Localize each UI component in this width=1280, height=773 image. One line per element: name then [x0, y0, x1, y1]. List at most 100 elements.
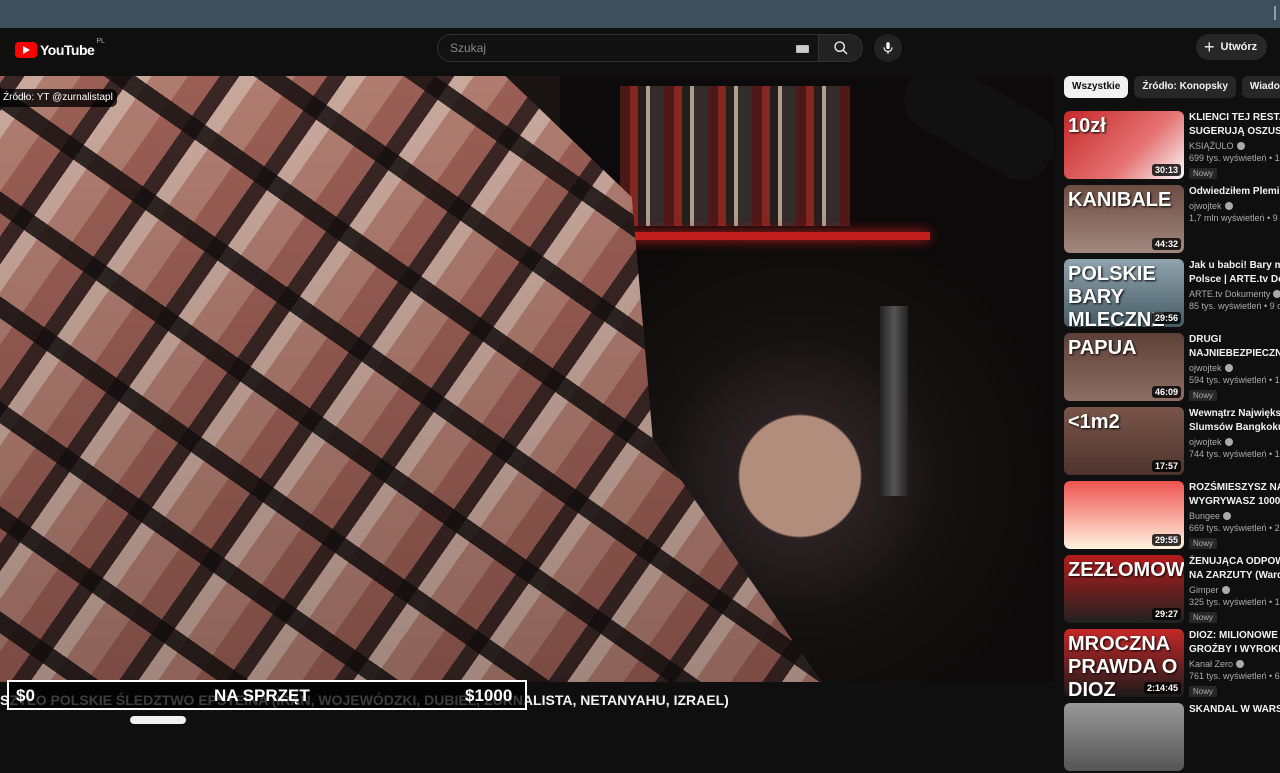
video-frame-bookshelf: [620, 86, 850, 226]
channel-name[interactable]: ojwojtek: [1189, 437, 1222, 447]
search-box[interactable]: [437, 34, 819, 62]
duration-badge: 2:14:45: [1143, 682, 1181, 694]
verified-icon: [1221, 586, 1230, 594]
voice-search-button[interactable]: [874, 34, 902, 62]
recommendation-item[interactable]: PAPUA 46:09 DRUGI NAJNIEBEZPIECZNI ojwojtek 5…: [1064, 333, 1280, 403]
recommendation-title-line2[interactable]: Polsce | ARTE.tv Dok: [1189, 273, 1280, 287]
channel-row: ojwojtek: [1189, 363, 1280, 373]
chip-source[interactable]: Źródło: Konopsky: [1134, 76, 1236, 98]
donation-goal-overlay: $0 NA SPRZĘT $1000: [7, 680, 527, 710]
channel-name[interactable]: Bungee: [1189, 511, 1220, 521]
recommendation-item[interactable]: 29:55 ROZŚMIESZYSZ NASWYGRYWASZ 1000 Z Bun…: [1064, 481, 1280, 551]
recommendation-meta: Odwiedziłem Plemię ojwojtek 1,7 mln wyświe…: [1189, 185, 1280, 223]
channel-row: ARTE.tv Dokumenty: [1189, 289, 1280, 299]
recommendation-title-line1[interactable]: SKANDAL W WARSZ: [1189, 703, 1280, 717]
video-thumbnail[interactable]: PAPUA 46:09: [1064, 333, 1184, 401]
search-input[interactable]: [438, 35, 778, 61]
video-thumbnail[interactable]: POLSKIE BARY MLECZNE 29:56: [1064, 259, 1184, 327]
masthead: YouTube PL + Utwórz: [0, 28, 1280, 76]
duration-badge: 29:27: [1151, 608, 1181, 620]
channel-row: Gimper: [1189, 585, 1280, 595]
video-thumbnail[interactable]: 29:55: [1064, 481, 1184, 549]
view-stats: 594 tys. wyświetleń • 1 d: [1189, 375, 1280, 385]
duration-badge: 17:57: [1151, 460, 1181, 472]
verified-icon: [1236, 142, 1245, 150]
recommendation-title-line2[interactable]: Slumsów Bangkoku: [1189, 421, 1280, 435]
thumbnail-text: PAPUA: [1068, 337, 1137, 359]
channel-name[interactable]: ojwojtek: [1189, 201, 1222, 211]
keyboard-icon[interactable]: [796, 45, 809, 53]
recommendation-title-line1[interactable]: DRUGI: [1189, 333, 1280, 347]
video-frame-mic-stand: [880, 306, 908, 496]
video-thumbnail[interactable]: <1m2 17:57: [1064, 407, 1184, 475]
channel-name[interactable]: ojwojtek: [1189, 363, 1222, 373]
youtube-logo[interactable]: YouTube PL: [15, 38, 105, 60]
search-button[interactable]: [818, 34, 863, 62]
video-thumbnail[interactable]: 10zł 30:13: [1064, 111, 1184, 179]
plus-icon: +: [1204, 37, 1215, 57]
recommendation-title-line1[interactable]: Jak u babci! Bary mlec: [1189, 259, 1280, 273]
recommendation-item[interactable]: MROCZNA PRAWDA O DIOZ 2:14:45 DIOZ: MILION…: [1064, 629, 1280, 699]
chip-news[interactable]: Wiadom: [1241, 76, 1280, 98]
verified-icon: [1236, 660, 1245, 668]
view-stats: 744 tys. wyświetleń • 1 d: [1189, 449, 1280, 459]
recommendation-meta: KLIENCI TEJ RESTAUSUGERUJĄ OSZUSTW KSIĄŻU…: [1189, 111, 1280, 181]
channel-name[interactable]: KSIĄŻULO: [1189, 141, 1234, 151]
chip-all[interactable]: Wszystkie: [1064, 76, 1129, 98]
recommendation-item[interactable]: KANIBALE 44:32 Odwiedziłem Plemię ojwojtek 1…: [1064, 185, 1280, 255]
recommendation-meta: Jak u babci! Bary mlecPolsce | ARTE.tv D…: [1189, 259, 1280, 311]
recommendation-title-line1[interactable]: Odwiedziłem Plemię: [1189, 185, 1280, 199]
recommendation-title-line2[interactable]: WYGRYWASZ 1000 Z: [1189, 495, 1280, 509]
duration-badge: 44:32: [1151, 238, 1181, 250]
recommendation-title-line1[interactable]: DIOZ: MILIONOWE Z: [1189, 629, 1280, 643]
thumbnail-text: KANIBALE: [1068, 189, 1172, 211]
duration-badge: 46:09: [1151, 386, 1181, 398]
filter-chips: Wszystkie Źródło: Konopsky Wiadom: [1064, 76, 1280, 98]
new-badge: Nowy: [1189, 612, 1218, 623]
video-thumbnail[interactable]: ZEZŁOMOWI 29:27: [1064, 555, 1184, 623]
recommendation-title-line1[interactable]: ROZŚMIESZYSZ NAS: [1189, 481, 1280, 495]
recommendation-item[interactable]: POLSKIE BARY MLECZNE 29:56 Jak u babci! Ba…: [1064, 259, 1280, 329]
video-thumbnail[interactable]: MROCZNA PRAWDA O DIOZ 2:14:45: [1064, 629, 1184, 697]
recommendation-meta: ROZŚMIESZYSZ NASWYGRYWASZ 1000 Z Bungee 66…: [1189, 481, 1280, 551]
recommendation-meta: DIOZ: MILIONOWE Z GROŹBY I WYROKI Kanał Ze…: [1189, 629, 1280, 699]
subscribe-pill-edge[interactable]: [130, 716, 186, 724]
recommendation-item[interactable]: 10zł 30:13 KLIENCI TEJ RESTAUSUGERUJĄ OSZU…: [1064, 111, 1280, 181]
recommendation-title-line2[interactable]: SUGERUJĄ OSZUSTW: [1189, 125, 1280, 139]
channel-row: ojwojtek: [1189, 201, 1280, 211]
recommendation-title-line1[interactable]: KLIENCI TEJ RESTAU: [1189, 111, 1280, 125]
related-videos-panel: Wszystkie Źródło: Konopsky Wiadom 10zł 30…: [1053, 76, 1280, 771]
channel-name[interactable]: Kanał Zero: [1189, 659, 1233, 669]
recommendation-item[interactable]: ZEZŁOMOWI 29:27 ŻENUJĄCA ODPOWI NA ZARZUTY …: [1064, 555, 1280, 625]
view-stats: 761 tys. wyświetleń • 6 d: [1189, 671, 1280, 681]
recommendation-title-line1[interactable]: ŻENUJĄCA ODPOWI: [1189, 555, 1280, 569]
new-badge: Nowy: [1189, 390, 1218, 401]
recommendation-title-line2[interactable]: NAJNIEBEZPIECZNI: [1189, 347, 1280, 361]
recommendation-item[interactable]: SKANDAL W WARSZ: [1064, 703, 1280, 773]
thumbnail-text: 10zł: [1068, 115, 1106, 137]
video-thumbnail[interactable]: [1064, 703, 1184, 771]
recommendation-meta: DRUGI NAJNIEBEZPIECZNI ojwojtek 594 tys. wy…: [1189, 333, 1280, 403]
view-stats: 669 tys. wyświetleń • 23: [1189, 523, 1280, 533]
verified-icon: [1224, 438, 1233, 446]
thumbnail-text: ZEZŁOMOWI: [1068, 559, 1184, 581]
channel-name[interactable]: ARTE.tv Dokumenty: [1189, 289, 1270, 299]
goal-target: $1000: [465, 686, 513, 705]
recommendation-title-line1[interactable]: Wewnątrz Największ: [1189, 407, 1280, 421]
recommendation-item[interactable]: <1m2 17:57 Wewnątrz Największ Slumsów Bangk…: [1064, 407, 1280, 477]
video-player[interactable]: Źródło: YT @zurnalistapl: [0, 76, 1053, 682]
channel-name[interactable]: Gimper: [1189, 585, 1219, 595]
create-button[interactable]: + Utwórz: [1196, 34, 1267, 60]
recommendation-title-line2[interactable]: GROŹBY I WYROKI: [1189, 643, 1280, 657]
view-stats: 1,7 mln wyświetleń • 9 d: [1189, 213, 1280, 223]
logo-text: YouTube: [40, 42, 95, 58]
recommendation-title-line2[interactable]: NA ZARZUTY (Ward: [1189, 569, 1280, 583]
view-stats: 699 tys. wyświetleń • 1 d: [1189, 153, 1280, 163]
recommendation-meta: SKANDAL W WARSZ: [1189, 703, 1280, 717]
video-thumbnail[interactable]: KANIBALE 44:32: [1064, 185, 1184, 253]
view-stats: 85 tys. wyświetleń • 9 d: [1189, 301, 1280, 311]
thumbnail-text: <1m2: [1068, 411, 1120, 433]
verified-icon: [1224, 364, 1233, 372]
microphone-icon: [883, 42, 893, 54]
recommendation-meta: Wewnątrz Największ Slumsów Bangkoku ojwojt…: [1189, 407, 1280, 459]
